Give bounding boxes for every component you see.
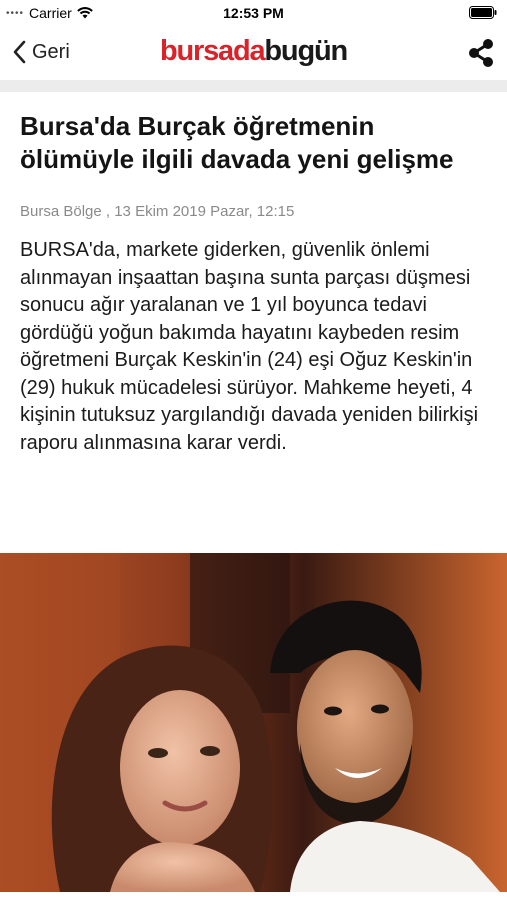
article: Bursa'da Burçak öğretmenin ölümüyle ilgi… — [20, 110, 490, 457]
logo-part-black: bugün — [264, 35, 348, 67]
share-icon — [469, 39, 493, 67]
article-meta: Bursa Bölge , 13 Ekim 2019 Pazar, 12:15 — [20, 203, 295, 220]
clock: 12:53 PM — [223, 5, 284, 21]
photo-illustration — [0, 553, 507, 892]
article-body: BURSA'da, markete giderken, güvenlik önl… — [20, 239, 479, 454]
status-bar: •••• Carrier 12:53 PM — [0, 0, 507, 26]
site-logo: bursadabugün — [0, 35, 507, 68]
article-photo — [0, 553, 507, 892]
battery-icon — [469, 6, 497, 22]
logo-part-red: bursada — [160, 35, 266, 67]
share-button[interactable] — [467, 38, 495, 73]
section-divider — [0, 80, 507, 92]
article-headline: Bursa'da Burçak öğretmenin ölümüyle ilgi… — [20, 111, 454, 174]
navigation-bar: Geri bursadabugün — [0, 26, 507, 78]
